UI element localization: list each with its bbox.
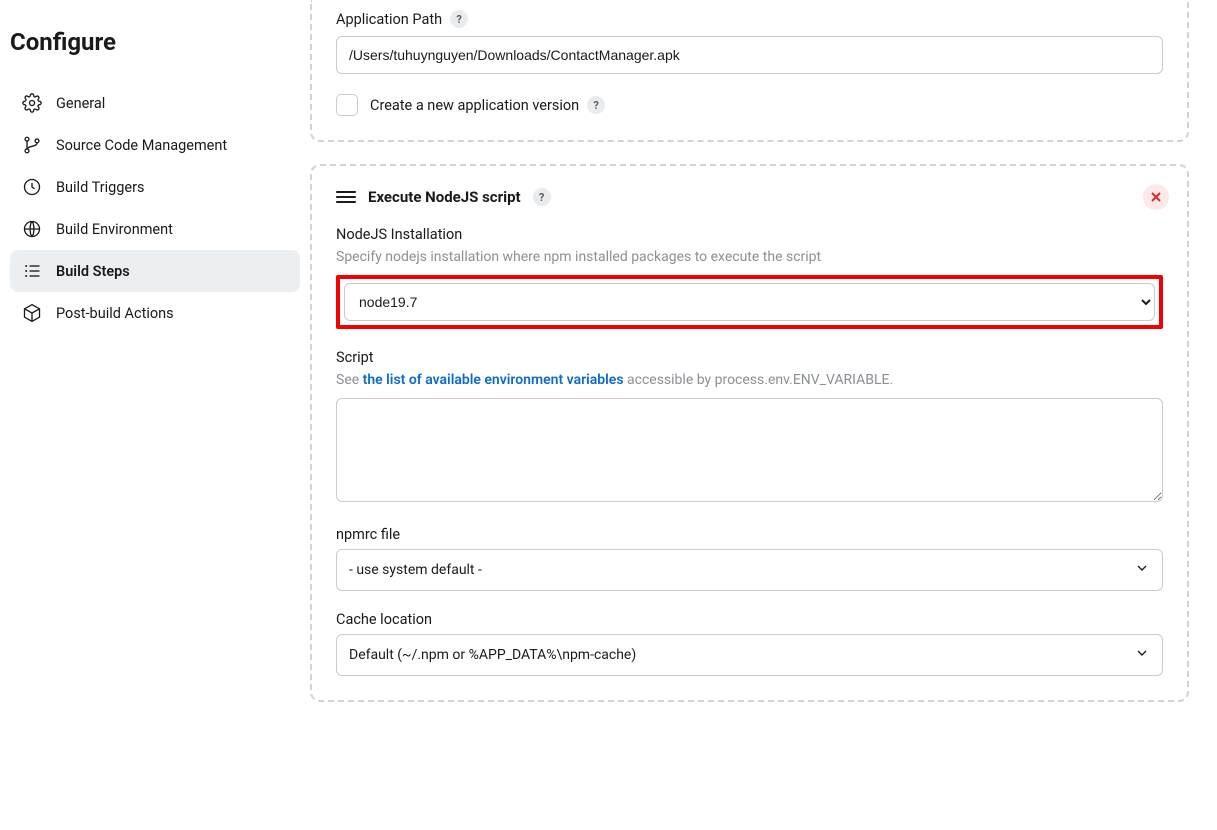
sidebar: Configure General Source Code Management… bbox=[0, 0, 310, 724]
help-icon[interactable]: ? bbox=[587, 96, 605, 114]
cache-select-value: Default (~/.npm or %APP_DATA%\npm-cache) bbox=[349, 647, 636, 663]
app-path-input[interactable] bbox=[336, 36, 1163, 74]
create-version-row: Create a new application version ? bbox=[336, 94, 1163, 116]
sidebar-item-build-steps[interactable]: Build Steps bbox=[10, 250, 300, 292]
script-hint: See the list of available environment va… bbox=[336, 372, 1163, 388]
gear-icon bbox=[22, 93, 42, 113]
nodejs-panel: Execute NodeJS script ? NodeJS Installat… bbox=[310, 164, 1189, 702]
npmrc-label: npmrc file bbox=[336, 526, 1163, 543]
steps-icon bbox=[22, 261, 42, 281]
panel-title: Execute NodeJS script bbox=[368, 188, 521, 206]
cache-select[interactable]: Default (~/.npm or %APP_DATA%\npm-cache) bbox=[336, 634, 1163, 676]
chevron-down-icon bbox=[1134, 560, 1150, 580]
sidebar-item-label: Build Steps bbox=[56, 263, 130, 280]
chevron-down-icon bbox=[1134, 645, 1150, 665]
sidebar-item-environment[interactable]: Build Environment bbox=[10, 208, 300, 250]
close-icon bbox=[1150, 191, 1162, 203]
branch-icon bbox=[22, 135, 42, 155]
nodejs-install-select[interactable]: node19.7 bbox=[344, 283, 1155, 321]
drag-handle-icon[interactable] bbox=[336, 191, 356, 203]
sidebar-item-postbuild[interactable]: Post-build Actions bbox=[10, 292, 300, 334]
clock-icon bbox=[22, 177, 42, 197]
main-content: Application Path ? Create a new applicat… bbox=[310, 0, 1217, 724]
env-vars-link[interactable]: the list of available environment variab… bbox=[363, 372, 624, 388]
help-icon[interactable]: ? bbox=[450, 10, 468, 28]
sidebar-item-scm[interactable]: Source Code Management bbox=[10, 124, 300, 166]
nodejs-install-label: NodeJS Installation bbox=[336, 226, 1163, 243]
nodejs-install-highlight: node19.7 bbox=[336, 275, 1163, 329]
create-version-checkbox[interactable] bbox=[336, 94, 358, 116]
app-path-panel: Application Path ? Create a new applicat… bbox=[310, 0, 1189, 142]
script-hint-prefix: See bbox=[336, 372, 363, 388]
package-icon bbox=[22, 303, 42, 323]
sidebar-item-label: Source Code Management bbox=[56, 137, 227, 154]
sidebar-item-label: Build Triggers bbox=[56, 179, 145, 196]
globe-icon bbox=[22, 219, 42, 239]
panel-header: Execute NodeJS script ? bbox=[336, 166, 1163, 206]
npmrc-select[interactable]: - use system default - bbox=[336, 549, 1163, 591]
script-hint-suffix: accessible by process.env.ENV_VARIABLE. bbox=[624, 372, 894, 388]
nodejs-install-hint: Specify nodejs installation where npm in… bbox=[336, 249, 1163, 265]
sidebar-item-triggers[interactable]: Build Triggers bbox=[10, 166, 300, 208]
app-path-label-row: Application Path ? bbox=[336, 10, 1163, 28]
page-title: Configure bbox=[10, 28, 310, 56]
script-label: Script bbox=[336, 349, 1163, 366]
npmrc-select-value: - use system default - bbox=[349, 562, 482, 578]
create-version-label-row: Create a new application version ? bbox=[370, 96, 605, 114]
sidebar-item-label: General bbox=[56, 95, 105, 112]
close-button[interactable] bbox=[1143, 184, 1169, 210]
help-icon[interactable]: ? bbox=[533, 188, 551, 206]
sidebar-item-label: Build Environment bbox=[56, 221, 173, 238]
cache-label: Cache location bbox=[336, 611, 1163, 628]
create-version-label: Create a new application version bbox=[370, 97, 579, 114]
sidebar-item-label: Post-build Actions bbox=[56, 305, 174, 322]
app-path-label: Application Path bbox=[336, 11, 442, 28]
script-textarea[interactable] bbox=[336, 398, 1163, 502]
sidebar-item-general[interactable]: General bbox=[10, 82, 300, 124]
sidebar-nav: General Source Code Management Build Tri… bbox=[10, 82, 310, 334]
